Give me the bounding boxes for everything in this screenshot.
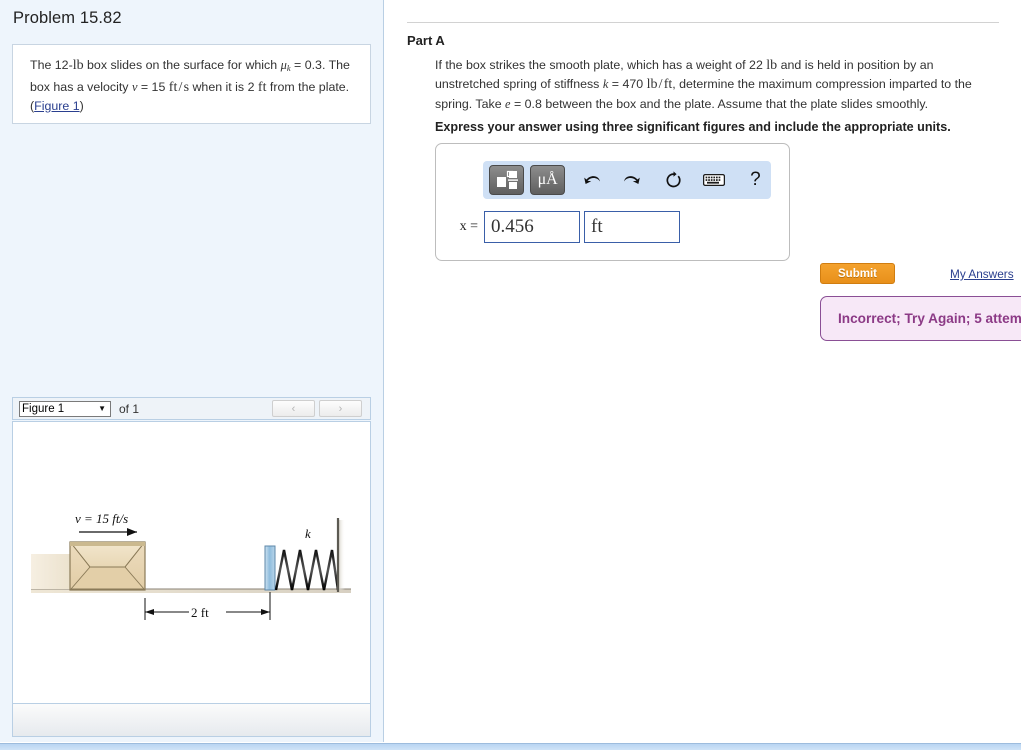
- units-label: μÅ: [537, 171, 558, 188]
- figure-count-label: of 1: [119, 401, 140, 416]
- problem-statement-box: The 12-lb box slides on the surface for …: [12, 44, 371, 124]
- distance-label: 2 ft: [191, 605, 209, 620]
- math-toolbar: μÅ ?: [483, 161, 771, 199]
- spring: [274, 549, 340, 591]
- problem-statement-text: The 12-lb box slides on the surface for …: [30, 58, 350, 113]
- figure-next-button[interactable]: ›: [319, 400, 362, 417]
- chevron-left-icon: ‹: [291, 402, 296, 415]
- units-icon[interactable]: μÅ: [530, 165, 566, 195]
- velocity-label: v = 15 ft/s: [75, 511, 128, 526]
- chevron-down-icon: ▼: [98, 403, 106, 413]
- answer-entry-widget: μÅ ? x = 0.456 ft: [435, 143, 790, 261]
- header-divider: [407, 22, 999, 23]
- velocity-arrow: [79, 528, 137, 536]
- keyboard-icon[interactable]: [699, 165, 730, 195]
- math-template-icon[interactable]: [489, 165, 525, 195]
- page-root: Problem 15.82 The 12-lb box slides on th…: [0, 0, 1021, 750]
- feedback-message: Incorrect; Try Again; 5 attempts remaini…: [838, 311, 1021, 326]
- physics-diagram: v = 15 ft/s k 2 ft: [31, 511, 351, 620]
- figure-viewport[interactable]: v = 15 ft/s k 2 ft: [12, 421, 371, 704]
- spring-stiffness-label: k: [305, 526, 311, 541]
- submit-button[interactable]: Submit: [820, 263, 895, 284]
- page-title: Problem 15.82: [13, 9, 122, 27]
- figure-selector-bar: Figure 1 ▼ of 1 ‹ ›: [12, 397, 371, 420]
- feedback-banner: Incorrect; Try Again; 5 attempts remaini…: [820, 296, 1021, 341]
- left-panel: Problem 15.82 The 12-lb box slides on th…: [0, 0, 384, 742]
- figure-select-value: Figure 1: [22, 402, 65, 415]
- undo-arrow-icon[interactable]: [577, 165, 608, 195]
- sliding-box: [69, 541, 146, 591]
- part-title: Part A: [407, 33, 445, 48]
- reset-circular-arrow-icon[interactable]: [658, 165, 689, 195]
- figure-select[interactable]: Figure 1 ▼: [19, 400, 111, 417]
- help-icon[interactable]: ?: [740, 165, 771, 195]
- part-question-text: If the box strikes the smooth plate, whi…: [435, 58, 972, 111]
- plate: [264, 545, 276, 591]
- submit-label: Submit: [838, 267, 877, 280]
- answer-variable-label: x =: [459, 219, 478, 234]
- my-answers-link[interactable]: My Answers: [950, 267, 1014, 281]
- answer-row: x =: [446, 211, 680, 243]
- answer-instructions: Express your answer using three signific…: [435, 120, 951, 134]
- answer-units-input[interactable]: [584, 211, 680, 243]
- chevron-right-icon: ›: [338, 402, 343, 415]
- answer-value-input[interactable]: [484, 211, 580, 243]
- redo-arrow-icon[interactable]: [616, 165, 647, 195]
- figure-prev-button[interactable]: ‹: [272, 400, 315, 417]
- right-panel: Part A If the box strikes the smooth pla…: [385, 0, 1021, 742]
- bottom-strip: [0, 743, 1021, 750]
- help-label: ?: [750, 169, 761, 190]
- figure-footer-bar: [12, 704, 371, 737]
